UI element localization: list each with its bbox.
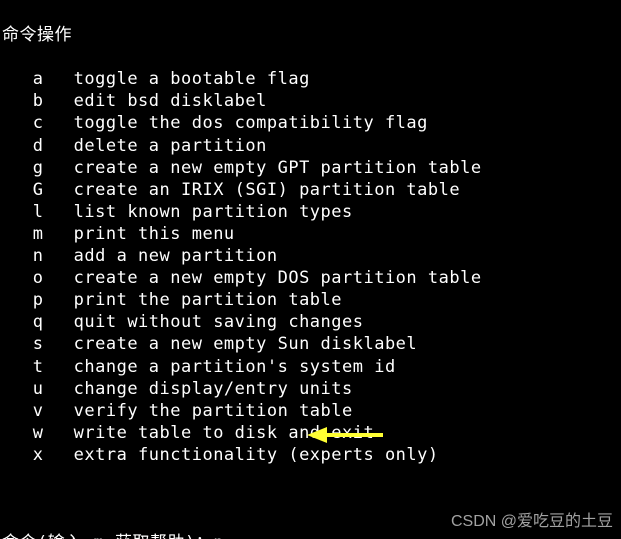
menu-item-desc: toggle a bootable flag [74,69,310,89]
menu-item-desc: print the partition table [74,290,342,310]
menu-item-desc: create a new empty Sun disklabel [74,334,418,354]
menu-item-key: n [33,245,43,267]
menu-item-key: w [33,422,43,444]
menu-item: a toggle a bootable flag [2,68,619,90]
terminal-screen: 命令操作 a toggle a bootable flag b edit bsd… [0,0,621,539]
menu-item-desc: verify the partition table [74,401,353,421]
menu-item-desc: list known partition types [74,202,353,222]
menu-item-key: q [33,311,43,333]
menu-item: l list known partition types [2,201,619,223]
menu-item-desc: create a new empty GPT partition table [74,158,482,178]
menu-item-key: v [33,400,43,422]
menu-item-key: p [33,289,43,311]
menu-item-key: x [33,444,43,466]
menu-item-key: o [33,267,43,289]
menu-item: u change display/entry units [2,378,619,400]
menu-item-desc: create a new empty DOS partition table [74,268,482,288]
command-prompt-line[interactable]: 命令(输入 m 获取帮助)：n [2,532,619,539]
command-prompt-input[interactable]: n [213,533,224,539]
menu-item: b edit bsd disklabel [2,90,619,112]
menu-item-desc: quit without saving changes [74,312,364,332]
menu-item-desc: edit bsd disklabel [74,91,267,111]
menu-item-desc: create an IRIX (SGI) partition table [74,180,460,200]
menu-item: o create a new empty DOS partition table [2,267,619,289]
menu-item: p print the partition table [2,289,619,311]
menu-item-key: c [33,112,43,134]
watermark-text: CSDN @爱吃豆的土豆 [451,512,613,533]
menu-item-desc: add a new partition [74,246,278,266]
annotation-arrow [305,424,385,452]
menu-item-key: l [33,201,43,223]
menu-item: t change a partition's system id [2,356,619,378]
menu-header: 命令操作 [2,24,619,46]
menu-item-key: b [33,90,43,112]
command-prompt-label: 命令(输入 m 获取帮助)： [2,533,213,539]
menu-item-key: a [33,68,43,90]
menu-item-key: t [33,356,43,378]
menu-item: g create a new empty GPT partition table [2,157,619,179]
menu-item: G create an IRIX (SGI) partition table [2,179,619,201]
menu-item-key: G [33,179,43,201]
menu-item-key: u [33,378,43,400]
menu-item: q quit without saving changes [2,311,619,333]
menu-item: v verify the partition table [2,400,619,422]
menu-item-desc: change display/entry units [74,379,353,399]
menu-item-desc: delete a partition [74,136,267,156]
menu-item-desc: toggle the dos compatibility flag [74,113,428,133]
menu-item-desc: print this menu [74,224,235,244]
menu-item-key: g [33,157,43,179]
menu-item-key: m [33,223,43,245]
menu-item-key: d [33,135,43,157]
menu-item: m print this menu [2,223,619,245]
menu-item-key: s [33,333,43,355]
menu-item-desc: change a partition's system id [74,357,396,377]
menu-item: c toggle the dos compatibility flag [2,112,619,134]
menu-item: d delete a partition [2,135,619,157]
menu-item: s create a new empty Sun disklabel [2,333,619,355]
blank-line [2,488,619,510]
menu-item: n add a new partition [2,245,619,267]
